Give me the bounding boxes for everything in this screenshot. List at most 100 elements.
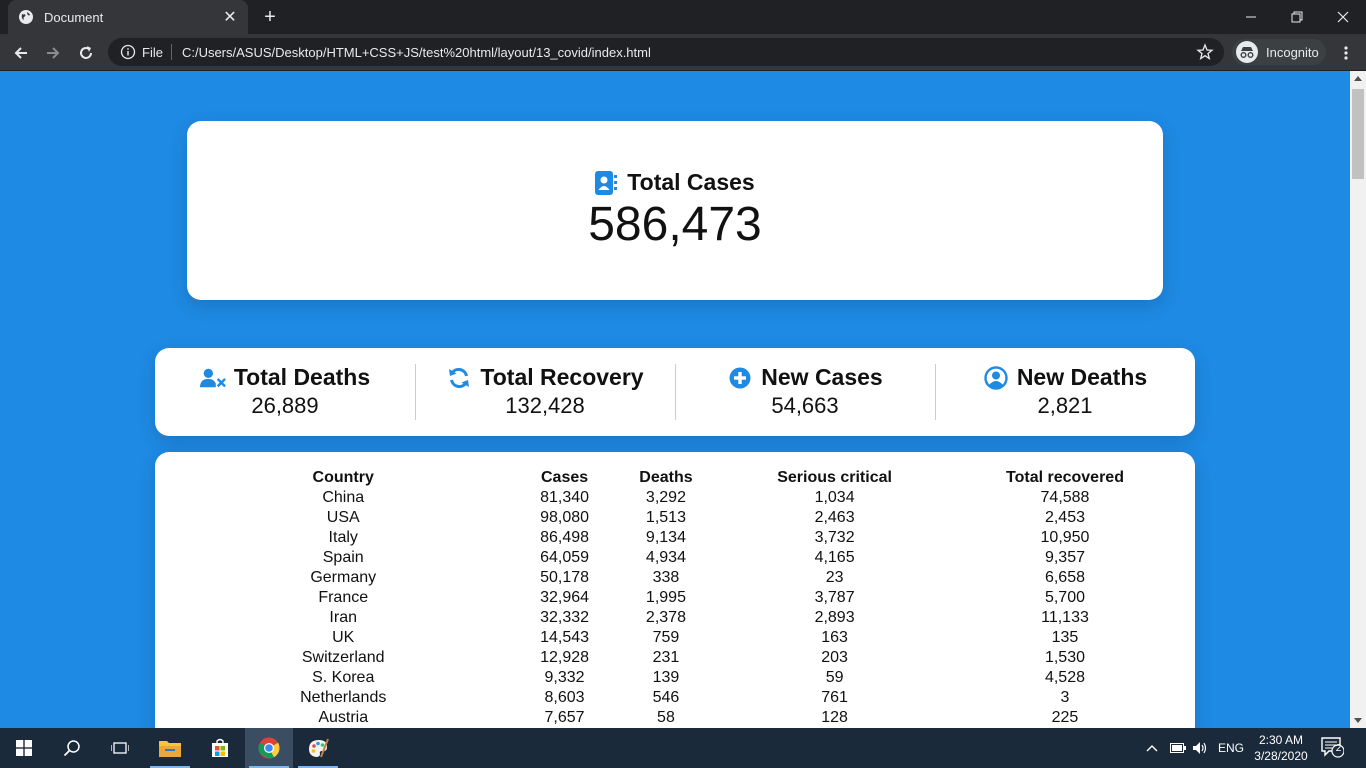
- country-cell: S. Korea: [312, 669, 375, 686]
- table-row: Austria 7,657 58 128 225: [155, 708, 1195, 728]
- browser-toolbar: File C:/Users/ASUS/Desktop/HTML+CSS+JS/t…: [0, 34, 1366, 71]
- stat-label: Total Deaths: [233, 364, 371, 390]
- user-circle-icon: [983, 365, 1009, 390]
- serious-critical-cell: 1,034: [814, 489, 855, 506]
- country-cell: France: [318, 589, 369, 606]
- notification-count: 2: [1335, 743, 1342, 754]
- task-view-icon[interactable]: [96, 728, 144, 768]
- deaths-cell: 4,934: [645, 549, 686, 566]
- total-recovered-cell: 74,588: [1040, 489, 1090, 506]
- plus-circle-icon: [727, 366, 753, 390]
- incognito-indicator[interactable]: Incognito: [1232, 39, 1326, 65]
- header-serious-critical: Serious critical: [777, 469, 892, 486]
- address-bar[interactable]: File C:/Users/ASUS/Desktop/HTML+CSS+JS/t…: [108, 38, 1224, 66]
- new-tab-button[interactable]: +: [258, 6, 282, 28]
- table-row: Spain 64,059 4,934 4,165 9,357: [155, 548, 1195, 568]
- header-deaths: Deaths: [639, 469, 693, 486]
- country-cell: Italy: [328, 529, 358, 546]
- table-row: S. Korea 9,332 139 59 4,528: [155, 668, 1195, 688]
- deaths-cell: 9,134: [645, 529, 686, 546]
- windows-taskbar: ENG 2:30 AM 3/28/2020 2: [0, 728, 1366, 768]
- page-scrollbar[interactable]: [1350, 71, 1366, 728]
- search-icon[interactable]: [48, 728, 96, 768]
- serious-critical-cell: 761: [821, 689, 848, 706]
- taskbar-clock[interactable]: 2:30 AM 3/28/2020: [1248, 732, 1314, 764]
- cases-cell: 98,080: [540, 509, 590, 526]
- info-icon[interactable]: [120, 44, 136, 60]
- chrome-icon[interactable]: [245, 728, 293, 768]
- table-row: Iran 32,332 2,378 2,893 11,133: [155, 608, 1195, 628]
- clock-date: 3/28/2020: [1254, 749, 1308, 763]
- country-cell: USA: [326, 509, 360, 526]
- stat-value: 2,821: [1037, 393, 1093, 418]
- country-cell: Spain: [322, 549, 364, 566]
- table-row: Germany 50,178 338 23 6,658: [155, 568, 1195, 588]
- stat-value: 132,428: [505, 393, 585, 418]
- total-recovered-cell: 9,357: [1044, 549, 1085, 566]
- language-indicator[interactable]: ENG: [1218, 741, 1244, 755]
- serious-critical-cell: 3,732: [814, 529, 855, 546]
- total-cases-title: Total Cases: [627, 169, 755, 195]
- deaths-cell: 1,513: [645, 509, 686, 526]
- deaths-cell: 338: [652, 569, 680, 586]
- chevron-up-icon[interactable]: [1146, 744, 1160, 752]
- scroll-down-arrow-icon[interactable]: [1354, 718, 1362, 723]
- reload-button[interactable]: [73, 40, 99, 66]
- browser-menu-button[interactable]: [1336, 41, 1356, 65]
- browser-tab[interactable]: Document ✕: [8, 0, 248, 34]
- file-explorer-icon[interactable]: [146, 728, 194, 768]
- cases-cell: 32,332: [540, 609, 590, 626]
- cases-cell: 14,543: [540, 629, 590, 646]
- serious-critical-cell: 23: [825, 569, 844, 586]
- stats-bar: Total Deaths 26,889 Total Recovery 132,4…: [155, 348, 1195, 436]
- deaths-cell: 58: [657, 709, 675, 726]
- close-window-button[interactable]: [1320, 0, 1366, 34]
- forward-button[interactable]: [40, 40, 66, 66]
- minimize-button[interactable]: [1228, 0, 1274, 34]
- battery-icon[interactable]: [1170, 743, 1186, 753]
- total-recovered-cell: 6,658: [1044, 569, 1085, 586]
- microsoft-store-icon[interactable]: [196, 728, 244, 768]
- total-recovered-cell: 3: [1060, 689, 1070, 706]
- header-country: Country: [312, 469, 374, 486]
- cases-cell: 86,498: [540, 529, 590, 546]
- stat-new-deaths: New Deaths 2,821: [935, 348, 1195, 436]
- cases-cell: 12,928: [540, 649, 590, 666]
- deaths-cell: 139: [652, 669, 680, 686]
- browser-tab-strip: Document ✕ +: [0, 0, 1366, 34]
- country-cell: China: [322, 489, 365, 506]
- bookmark-star-icon[interactable]: [1196, 43, 1214, 61]
- volume-icon[interactable]: [1192, 741, 1208, 755]
- action-center-button[interactable]: 2: [1320, 736, 1348, 760]
- serious-critical-cell: 3,787: [814, 589, 855, 606]
- total-recovered-cell: 135: [1051, 629, 1079, 646]
- country-cell: Iran: [329, 609, 357, 626]
- serious-critical-cell: 128: [821, 709, 848, 726]
- back-button[interactable]: [8, 40, 34, 66]
- tab-title: Document: [44, 9, 104, 25]
- country-cell: Austria: [318, 709, 369, 726]
- user-times-icon: [199, 366, 226, 390]
- total-cases-value: 586,473: [588, 198, 762, 251]
- scrollbar-thumb[interactable]: [1352, 89, 1364, 179]
- table-row: USA 98,080 1,513 2,463 2,453: [155, 508, 1195, 528]
- start-button[interactable]: [0, 728, 48, 768]
- url-text[interactable]: C:/Users/ASUS/Desktop/HTML+CSS+JS/test%2…: [182, 45, 651, 60]
- paint-icon[interactable]: [294, 728, 342, 768]
- cases-cell: 64,059: [540, 549, 590, 566]
- table-row: China 81,340 3,292 1,034 74,588: [155, 488, 1195, 508]
- total-cases-card: Total Cases 586,473: [187, 121, 1163, 300]
- address-book-icon: [595, 170, 619, 195]
- total-recovered-cell: 5,700: [1044, 589, 1085, 606]
- deaths-cell: 3,292: [645, 489, 686, 506]
- scroll-up-arrow-icon[interactable]: [1354, 76, 1362, 81]
- restore-button[interactable]: [1274, 0, 1320, 34]
- total-cases-heading: Total Cases: [187, 169, 1163, 196]
- globe-icon: [18, 9, 34, 25]
- clock-time: 2:30 AM: [1258, 733, 1304, 747]
- serious-critical-cell: 59: [825, 669, 844, 686]
- cases-cell: 8,603: [544, 689, 585, 706]
- close-tab-icon[interactable]: ✕: [222, 9, 238, 26]
- total-recovered-cell: 10,950: [1040, 529, 1090, 546]
- table-row: Netherlands 8,603 546 761 3: [155, 688, 1195, 708]
